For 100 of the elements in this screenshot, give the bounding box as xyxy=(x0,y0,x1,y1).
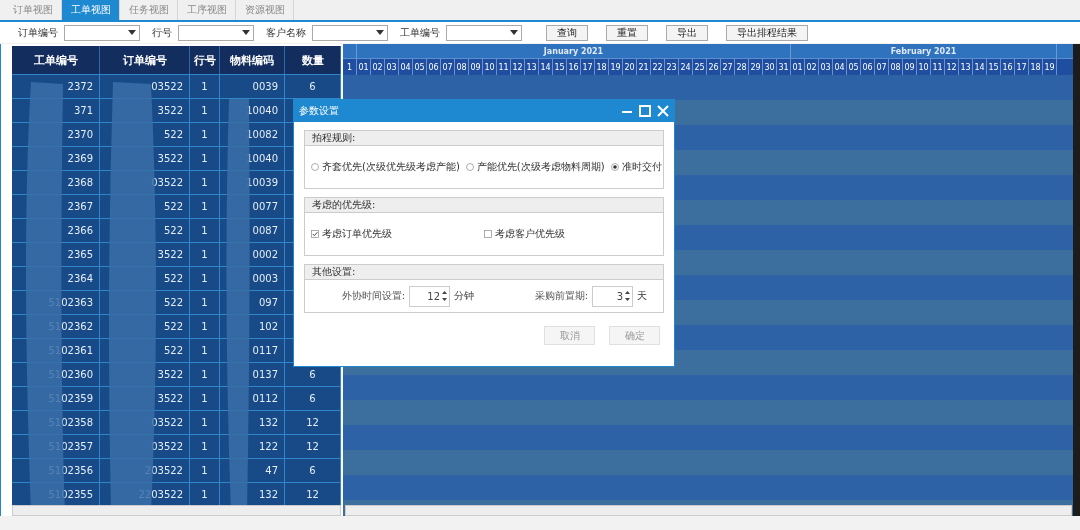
column-header: 订单编号 xyxy=(100,46,190,74)
dialog-button[interactable]: 确定 xyxy=(609,326,660,345)
table-cell: 1 xyxy=(201,297,208,308)
table-cell: 102 xyxy=(258,321,278,332)
table-cell: 097 xyxy=(258,297,278,308)
table-cell: 12 xyxy=(306,417,319,428)
table-cell: 1 xyxy=(201,153,208,164)
table-cell: 1 xyxy=(201,81,208,92)
table-cell: 2372 xyxy=(67,81,93,92)
table-cell: 12 xyxy=(306,441,319,452)
checkbox-label: 考虑订单优先级 xyxy=(322,227,392,241)
table-cell: 1 xyxy=(201,345,208,356)
table-cell: 12 xyxy=(306,489,319,500)
table-cell: 3522 xyxy=(157,369,183,380)
column-header: 行号 xyxy=(190,46,220,74)
table-cell: 122 xyxy=(258,441,278,452)
filter-dropdown[interactable] xyxy=(64,24,140,41)
table-cell: 522 xyxy=(163,273,183,284)
month-label: February 2021 xyxy=(890,46,957,56)
table-cell: 2366 xyxy=(67,225,93,236)
scrollbar[interactable] xyxy=(12,505,341,516)
table-cell: 3522 xyxy=(157,105,183,116)
radio-button[interactable] xyxy=(465,163,474,171)
column-header: 工单编号 xyxy=(12,46,100,74)
unit-label: 分钟 xyxy=(454,289,474,303)
month-label: January 2021 xyxy=(543,46,604,56)
table-cell: 2370 xyxy=(67,129,93,140)
table-cell: 2365 xyxy=(67,249,93,260)
table-cell: 6 xyxy=(309,393,316,404)
view-tab[interactable]: 工单视图 xyxy=(62,0,120,20)
toolbar-button[interactable]: 重置 xyxy=(606,24,648,41)
filter-dropdown[interactable] xyxy=(178,24,254,41)
table-cell: 2367 xyxy=(67,201,93,212)
table-cell: 132 xyxy=(258,489,278,500)
checkbox[interactable] xyxy=(484,230,492,238)
number-spinner[interactable]: 12 xyxy=(409,285,450,307)
maximize-icon[interactable] xyxy=(638,104,652,118)
caret-icon xyxy=(376,30,384,35)
filter-label: 订单编号 xyxy=(18,25,58,40)
table-cell: 3522 xyxy=(157,249,183,260)
table-cell: 1 xyxy=(201,273,208,284)
field-label: 采购前置期: xyxy=(534,289,588,303)
table-cell: 0137 xyxy=(252,369,278,380)
column-header: 数量 xyxy=(285,46,341,74)
table-cell: 0087 xyxy=(252,225,278,236)
dialog-button[interactable]: 取消 xyxy=(544,326,595,345)
table-cell: 03522 xyxy=(151,441,183,452)
table-cell: 1 xyxy=(201,225,208,236)
filter-label: 工单编号 xyxy=(400,25,440,40)
table-cell: 1 xyxy=(201,129,208,140)
table-cell: 10039 xyxy=(246,177,278,188)
table-cell: 1 xyxy=(201,105,208,116)
table-cell: 2364 xyxy=(67,273,93,284)
table-cell: 1 xyxy=(201,177,208,188)
checkbox[interactable] xyxy=(311,230,319,238)
checkbox-label: 考虑客户优先级 xyxy=(495,227,565,241)
filter-dropdown[interactable] xyxy=(446,24,522,41)
table-cell: 1 xyxy=(201,201,208,212)
toolbar-button[interactable]: 查询 xyxy=(546,24,588,41)
number-spinner[interactable]: 3 xyxy=(592,285,633,307)
filter-dropdown[interactable] xyxy=(312,24,388,41)
table-cell: 1 xyxy=(201,417,208,428)
table-cell: 1 xyxy=(201,465,208,476)
table-cell: 2369 xyxy=(67,153,93,164)
close-icon[interactable] xyxy=(656,104,670,118)
table-cell: 1 xyxy=(201,321,208,332)
filter-label: 行号 xyxy=(152,25,172,40)
table-cell: 1 xyxy=(201,249,208,260)
table-cell: 522 xyxy=(163,129,183,140)
scrollbar[interactable] xyxy=(1073,44,1080,516)
table-cell: 371 xyxy=(73,105,93,116)
section-title: 考虑的优先级: xyxy=(305,198,663,213)
table-cell: 03522 xyxy=(151,417,183,428)
table-cell: 2368 xyxy=(67,177,93,188)
scrollbar[interactable] xyxy=(345,505,1072,516)
table-cell: 522 xyxy=(163,297,183,308)
table-cell: 0003 xyxy=(252,273,278,284)
caret-icon xyxy=(128,30,136,35)
table-cell: 03522 xyxy=(151,81,183,92)
radio-label: 准时交付 xyxy=(621,160,662,174)
table-cell: 522 xyxy=(163,345,183,356)
table-cell: 6 xyxy=(309,465,316,476)
table-cell: 522 xyxy=(163,225,183,236)
table-cell: 0112 xyxy=(252,393,278,404)
table-cell: 1 xyxy=(201,393,208,404)
radio-button[interactable] xyxy=(311,163,319,171)
radio-label: 产能优先(次级考虑物料周期) xyxy=(476,160,605,174)
toolbar-button[interactable]: 导出 xyxy=(666,24,708,41)
table-cell: 132 xyxy=(258,417,278,428)
radio-button[interactable] xyxy=(610,163,619,171)
table-cell: 3522 xyxy=(157,153,183,164)
table-cell: 10040 xyxy=(246,153,278,164)
toolbar-button[interactable]: 导出排程结果 xyxy=(726,24,808,41)
caret-icon xyxy=(242,30,250,35)
table-cell: 10082 xyxy=(246,129,278,140)
table-cell: 1 xyxy=(201,441,208,452)
table-cell: 522 xyxy=(163,321,183,332)
unit-label: 天 xyxy=(637,289,647,303)
radio-label: 齐套优先(次级优先级考虑产能) xyxy=(322,160,460,174)
table-cell: 10040 xyxy=(246,105,278,116)
